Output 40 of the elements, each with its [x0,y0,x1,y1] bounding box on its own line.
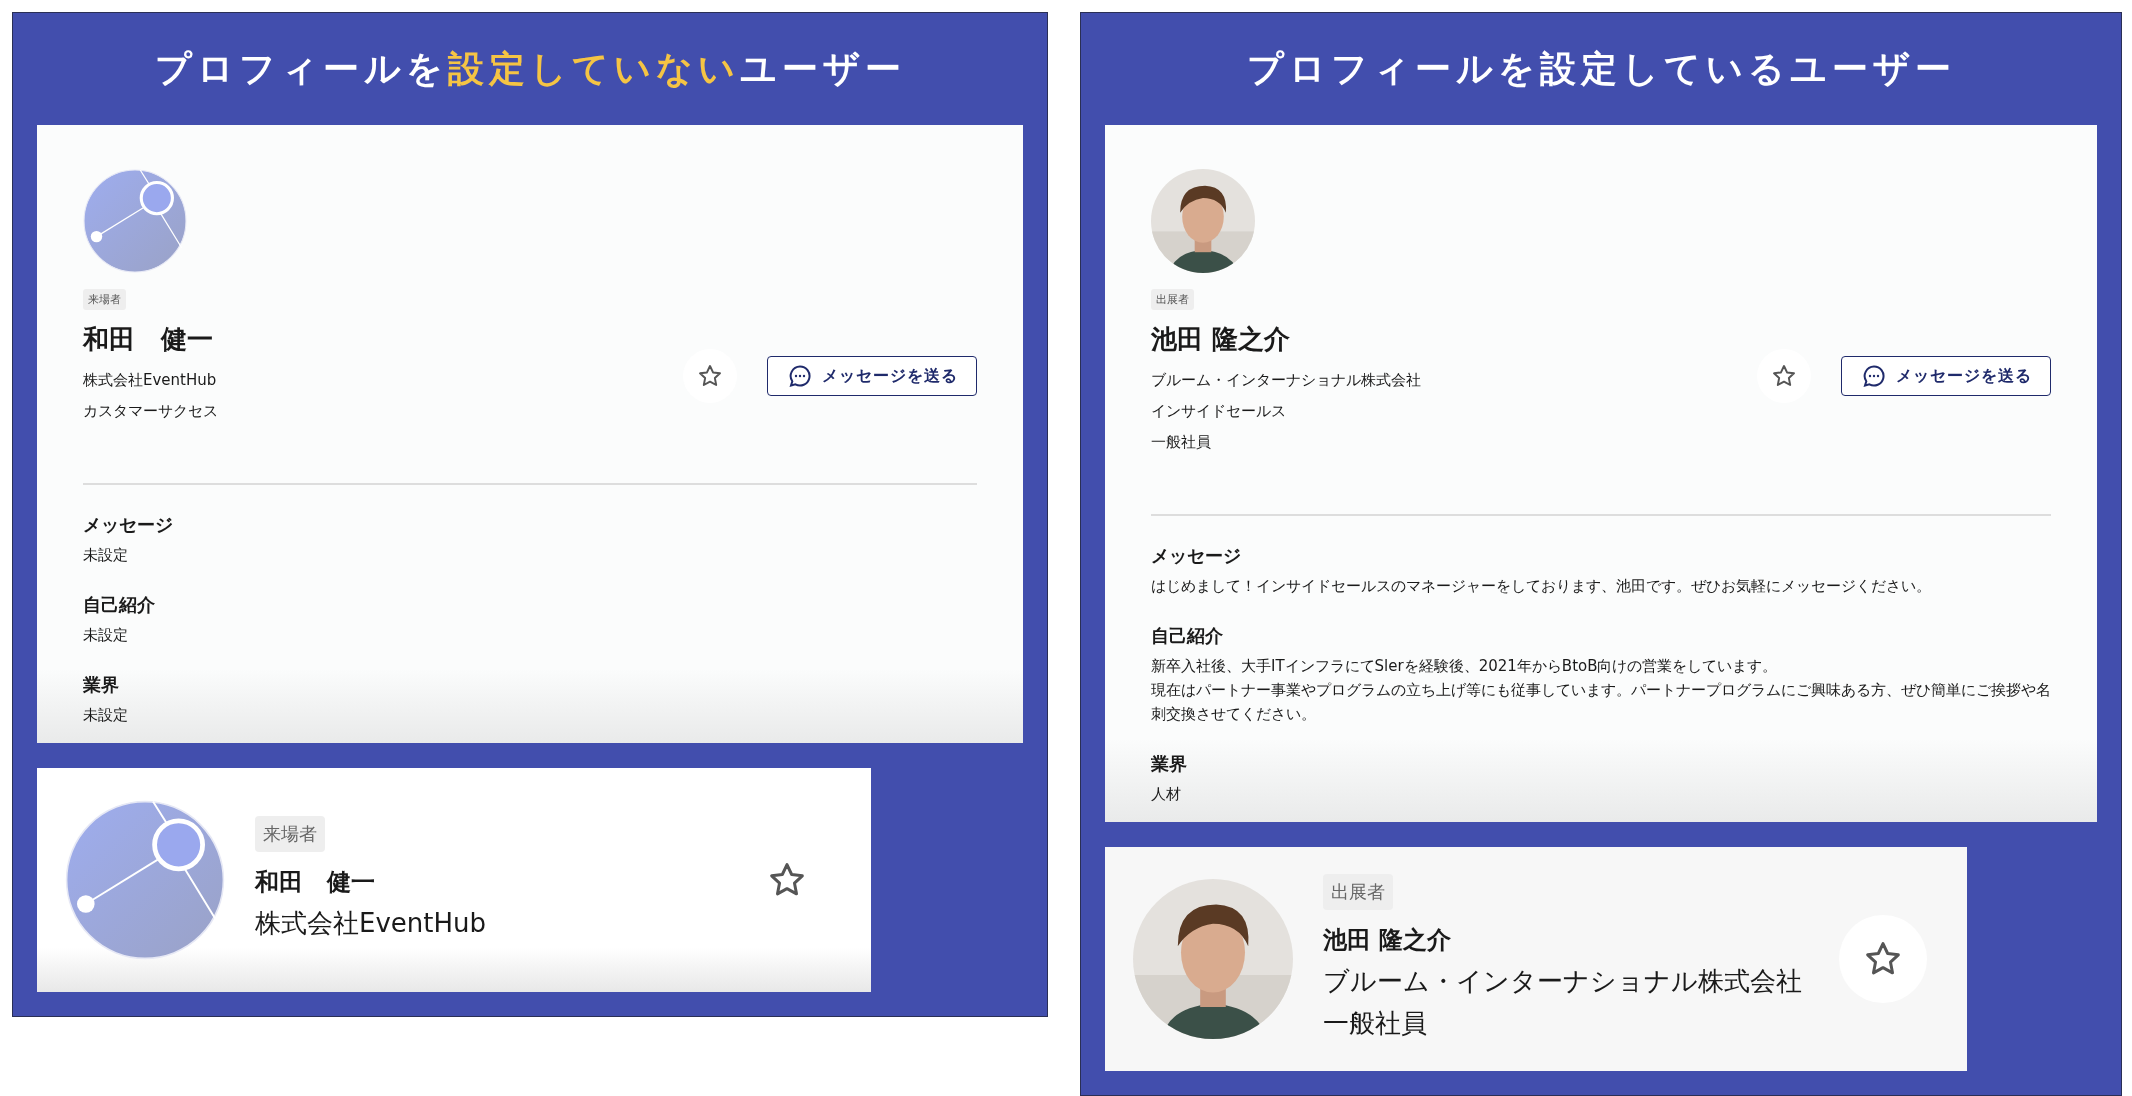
role-tag: 来場者 [83,289,126,310]
avatar-icon [65,800,225,960]
panel-title: プロフィールを 設定していない ユーザー [153,46,907,91]
star-icon [1771,363,1797,389]
section-text: 新卒入社後、大手ITインフラにてSlerを経験後、2021年からBtoB向けの営業をしています。 現在はパートナー事業やプログラムの立ち上げ等にも従事しています。パートナープログラムにご興味ある方、ぜひ簡単にご挨拶や名刺交換させてください。 [1151,656,2051,725]
send-message-button[interactable]: メッセージを送る [767,356,977,396]
section-heading: 業界 [83,673,120,697]
section-heading: 自己紹介 [83,593,156,617]
role-tag: 来場者 [255,816,325,852]
section-text: はじめまして！インサイドセールスのマネージャーをしております、池田です。ぜひお気軽にメッセージください。 [1151,576,1932,597]
profile-detail: 一般社員 [1151,432,1211,453]
section-text: 未設定 [83,705,129,726]
section-heading: 自己紹介 [1151,624,1224,648]
user-card[interactable]: 出展者 池田 隆之介 ブルーム・インターナショナル株式会社 一般社員 [1105,847,1967,1071]
profile-detail: 株式会社EventHub [83,370,217,391]
section-heading: 業界 [1151,752,1188,776]
chat-icon [788,364,812,388]
section-heading: メッセージ [83,513,174,537]
star-icon [697,363,723,389]
user-name: 和田 健一 [83,323,213,356]
send-message-button[interactable]: メッセージを送る [1841,356,2051,396]
profile-detail: ブルーム・インターナショナル株式会社 [1323,965,1802,998]
section-text: 未設定 [83,625,129,646]
profile-detail: カスタマーサクセス [83,401,218,422]
section-text: 未設定 [83,545,129,566]
profile-detail: インサイドセールス [1151,401,1286,422]
user-name: 池田 隆之介 [1323,925,1452,956]
user-name: 和田 健一 [255,867,375,898]
profile-detail: ブルーム・インターナショナル株式会社 [1151,370,1421,391]
user-card[interactable]: 来場者 和田 健一 株式会社EventHub [37,768,871,992]
avatar-icon [83,169,187,273]
profile-detail: 株式会社EventHub [255,907,487,940]
role-tag: 出展者 [1151,289,1194,310]
section-heading: メッセージ [1151,544,1242,568]
chat-icon [1862,364,1886,388]
user-name: 池田 隆之介 [1151,323,1291,356]
profile-detail: 一般社員 [1323,1007,1427,1040]
section-text: 人材 [1151,784,1182,805]
panel-title: プロフィールを設定しているユーザー [1245,46,1957,91]
role-tag: 出展者 [1323,874,1393,910]
